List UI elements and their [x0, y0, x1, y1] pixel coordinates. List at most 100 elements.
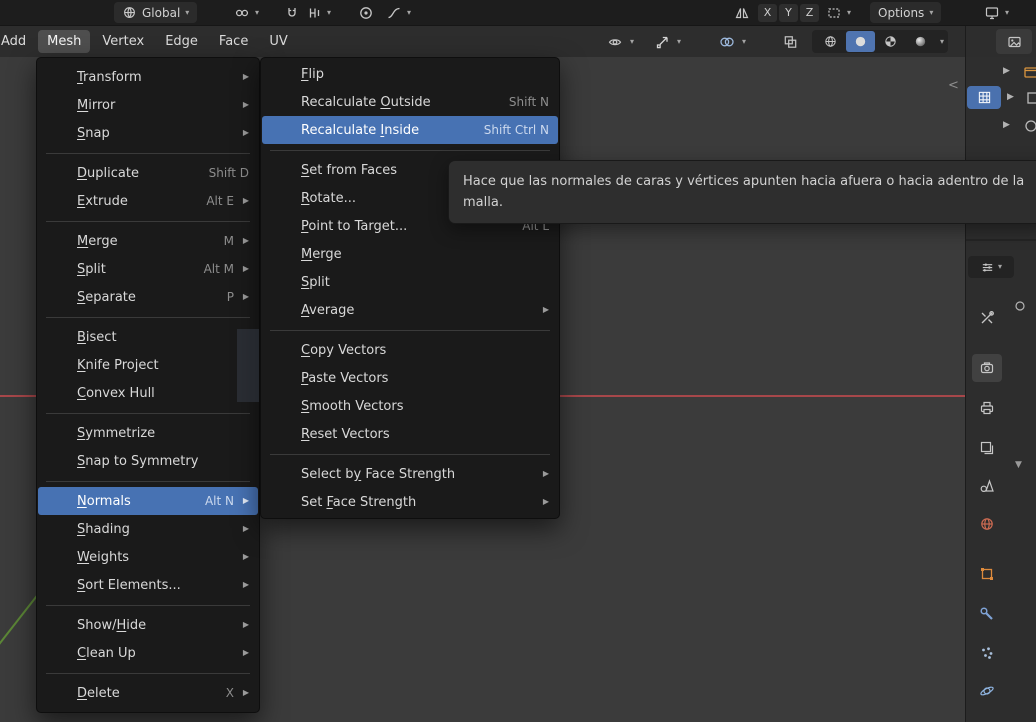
- menu-item-merge[interactable]: Merge M ▶: [37, 227, 259, 255]
- xray-toggle[interactable]: [782, 30, 799, 53]
- menu-item-separate[interactable]: Separate P ▶: [37, 283, 259, 311]
- menu-item-knife-project[interactable]: Knife Project: [37, 351, 259, 379]
- snap-with-dropdown[interactable]: ▾: [306, 2, 331, 23]
- panel-collapse-icon[interactable]: ▼: [1015, 460, 1022, 470]
- properties-tab-output[interactable]: [972, 394, 1002, 422]
- menu-item-bisect[interactable]: Bisect: [37, 323, 259, 351]
- menu-item-recalculate-inside[interactable]: Recalculate Inside Shift Ctrl N: [262, 116, 558, 144]
- menu-item-smooth-vectors[interactable]: Smooth Vectors: [261, 392, 559, 420]
- menu-item-average[interactable]: Average ▶: [261, 296, 559, 324]
- display-mode-dropdown[interactable]: ▾: [984, 2, 1009, 23]
- image-editor-button[interactable]: [996, 29, 1032, 54]
- expand-arrow-icon[interactable]: ▶: [1003, 120, 1010, 130]
- menu-item-transform[interactable]: Transform ▶: [37, 63, 259, 91]
- pivot-point-dropdown[interactable]: ▾: [234, 2, 259, 23]
- menu-item-snap-to-symmetry[interactable]: Snap to Symmetry: [37, 447, 259, 475]
- menu-item-label: Set Face Strength: [301, 494, 417, 510]
- menu-item-copy-vectors[interactable]: Copy Vectors: [261, 336, 559, 364]
- properties-tab-tool[interactable]: [972, 304, 1002, 332]
- outliner-row[interactable]: ▶: [965, 114, 1036, 139]
- options-dropdown[interactable]: Options ▾: [870, 2, 942, 23]
- menu-item-snap[interactable]: Snap ▶: [37, 119, 259, 147]
- submenu-arrow-icon: ▶: [542, 497, 549, 506]
- overlays-dropdown[interactable]: ▾: [718, 30, 746, 53]
- menu-item-shortcut: P: [226, 290, 234, 304]
- menu-item-merge[interactable]: Merge: [261, 240, 559, 268]
- menu-item-sort-elements[interactable]: Sort Elements... ▶: [37, 571, 259, 599]
- menu-item-split[interactable]: Split: [261, 268, 559, 296]
- menu-item-mirror[interactable]: Mirror ▶: [37, 91, 259, 119]
- gizmos-dropdown[interactable]: ▾: [654, 30, 681, 53]
- chevron-down-icon: ▾: [677, 36, 682, 46]
- visibility-dropdown[interactable]: ▾: [606, 30, 634, 53]
- menu-tab-add[interactable]: Add: [0, 30, 35, 53]
- object-item-icon: [1027, 92, 1036, 104]
- sidebar-toggle-arrow[interactable]: <: [948, 78, 959, 93]
- properties-tab-modifiers[interactable]: [972, 600, 1002, 628]
- menu-separator: [46, 317, 250, 318]
- menu-item-shortcut: Alt M: [203, 262, 234, 276]
- menu-item-normals[interactable]: Normals Alt N ▶: [38, 487, 258, 515]
- menu-item-extrude[interactable]: Extrude Alt E ▶: [37, 187, 259, 215]
- xray-icon: [784, 35, 797, 48]
- menu-item-reset-vectors[interactable]: Reset Vectors: [261, 420, 559, 448]
- orientation-label: Global: [142, 5, 181, 20]
- shading-rendered-button[interactable]: [906, 31, 935, 52]
- properties-tab-world[interactable]: [972, 510, 1002, 538]
- chevron-down-icon: ▾: [997, 262, 1002, 271]
- proportional-editing-toggle[interactable]: [358, 2, 374, 23]
- properties-tab-physics[interactable]: [972, 677, 1002, 705]
- falloff-dropdown[interactable]: ▾: [386, 2, 411, 23]
- expand-arrow-icon[interactable]: ▶: [1003, 66, 1010, 76]
- menu-item-recalculate-outside[interactable]: Recalculate Outside Shift N: [261, 88, 559, 116]
- menu-item-delete[interactable]: Delete X ▶: [37, 679, 259, 707]
- properties-tab-render[interactable]: [972, 354, 1002, 382]
- outliner-selected-item[interactable]: [967, 86, 1001, 109]
- menu-item-clean-up[interactable]: Clean Up ▶: [37, 639, 259, 667]
- menu-tab-mesh[interactable]: Mesh: [38, 30, 91, 53]
- menu-item-label: Snap: [77, 125, 110, 141]
- menu-tab-uv[interactable]: UV: [260, 30, 296, 53]
- menu-item-label: Recalculate Outside: [301, 94, 431, 110]
- editor-type-sliders-icon: [982, 262, 993, 272]
- menu-tab-vertex[interactable]: Vertex: [93, 30, 153, 53]
- menu-item-convex-hull[interactable]: Convex Hull: [37, 379, 259, 407]
- menu-item-select-by-face-strength[interactable]: Select by Face Strength ▶: [261, 460, 559, 488]
- menu-tab-edge[interactable]: Edge: [156, 30, 207, 53]
- snap-base-dropdown[interactable]: ▾: [826, 2, 851, 23]
- area-divider[interactable]: [966, 239, 1036, 241]
- shading-solid-button[interactable]: [846, 31, 875, 52]
- editor-type-dropdown[interactable]: ▾: [968, 256, 1014, 278]
- properties-tab-particles[interactable]: [972, 639, 1002, 667]
- properties-tab-scene[interactable]: [972, 472, 1002, 500]
- outliner-row[interactable]: ▶: [965, 60, 1036, 85]
- menu-item-show-hide[interactable]: Show/Hide ▶: [37, 611, 259, 639]
- mirror-axis-z-button[interactable]: Z: [800, 3, 819, 22]
- menu-item-set-face-strength[interactable]: Set Face Strength ▶: [261, 488, 559, 516]
- shading-wireframe-button[interactable]: [816, 31, 845, 52]
- area-divider[interactable]: [965, 26, 966, 722]
- menu-item-label: Split: [77, 261, 106, 277]
- mirror-axis-x-button[interactable]: X: [758, 3, 777, 22]
- menu-item-weights[interactable]: Weights ▶: [37, 543, 259, 571]
- menu-item-paste-vectors[interactable]: Paste Vectors: [261, 364, 559, 392]
- properties-tab-object[interactable]: [972, 560, 1002, 588]
- display-settings-icon: [985, 6, 999, 19]
- menu-item-duplicate[interactable]: Duplicate Shift D: [37, 159, 259, 187]
- menu-item-shading[interactable]: Shading ▶: [37, 515, 259, 543]
- properties-tab-view-layer[interactable]: [972, 434, 1002, 462]
- snap-toggle[interactable]: [284, 2, 300, 23]
- outliner-row-selected[interactable]: ▶: [965, 86, 1036, 111]
- menu-item-flip[interactable]: Flip: [261, 60, 559, 88]
- expand-arrow-icon[interactable]: ▶: [1007, 92, 1014, 102]
- menu-tab-face[interactable]: Face: [210, 30, 257, 53]
- chevron-down-icon: ▾: [940, 36, 945, 46]
- shading-material-button[interactable]: [876, 31, 905, 52]
- image-icon: [1007, 36, 1021, 47]
- transform-orientation-dropdown[interactable]: Global ▾: [114, 2, 198, 23]
- menu-item-shortcut: Shift D: [208, 166, 249, 180]
- menu-item-split[interactable]: Split Alt M ▶: [37, 255, 259, 283]
- menu-item-label: Shading: [77, 521, 130, 537]
- mirror-axis-y-button[interactable]: Y: [779, 3, 798, 22]
- menu-item-symmetrize[interactable]: Symmetrize: [37, 419, 259, 447]
